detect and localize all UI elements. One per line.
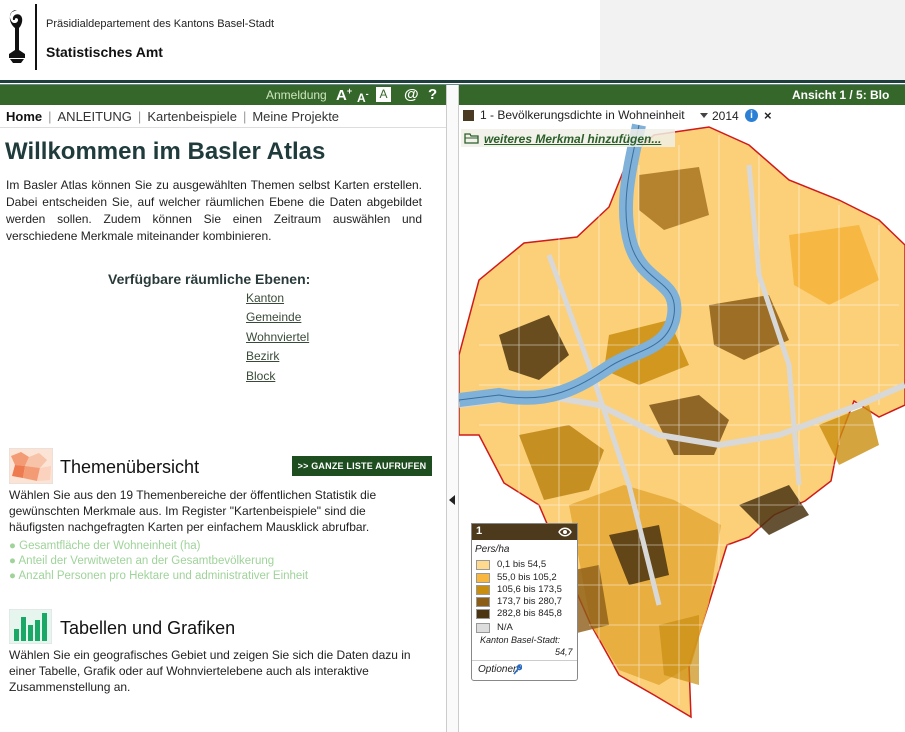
themen-title: Themenübersicht: [60, 457, 200, 477]
main-nav: Home | ANLEITUNG | Kartenbeispiele | Meine Pro…: [6, 109, 340, 124]
eye-icon[interactable]: [558, 527, 572, 537]
page-title: Willkommen im Basler Atlas: [5, 138, 326, 165]
nav-anleitung[interactable]: ANLEITUNG: [58, 109, 132, 124]
header-separator: [0, 80, 905, 83]
legend-class-label: N/A: [497, 622, 513, 633]
wrench-icon[interactable]: [512, 664, 522, 675]
theme-map-icon: [9, 448, 53, 484]
theme-example-link-3[interactable]: ● Anzahl Personen pro Hektare und admini…: [9, 570, 308, 582]
legend-class-label: 105,6 bis 173,5: [497, 584, 562, 595]
contrast-button[interactable]: A: [376, 87, 391, 102]
legend-total-value: 54,7: [555, 647, 573, 657]
legend-swatch: [476, 560, 490, 570]
legend-class-label: 0,1 bis 54,5: [497, 559, 547, 570]
basel-crosier-logo[interactable]: [4, 8, 30, 64]
legend-swatch: [476, 609, 490, 619]
intro-text: Im Basler Atlas können Sie zu ausgewählt…: [6, 178, 422, 243]
tables-text: Wählen Sie ein geografisches Gebiet und …: [9, 648, 411, 694]
level-link-wohnviertel[interactable]: Wohnviertel: [246, 330, 309, 344]
levels-title: Verfügbare räumliche Ebenen:: [108, 271, 311, 287]
info-icon[interactable]: i: [745, 109, 758, 122]
themen-text: Wählen Sie aus den 19 Themenbereiche der…: [9, 488, 377, 534]
legend-total-label: Kanton Basel-Stadt:: [480, 635, 561, 645]
bar-chart-icon: [9, 609, 52, 644]
legend-class-label: 282,8 bis 845,8: [497, 608, 562, 619]
view-indicator[interactable]: Ansicht 1 / 5: Blo: [792, 88, 889, 102]
level-link-gemeinde[interactable]: Gemeinde: [246, 310, 301, 324]
legend-swatch: [476, 573, 490, 583]
department-name: Präsidialdepartement des Kantons Basel-S…: [46, 18, 275, 30]
legend-swatch: [476, 623, 490, 633]
nav-underline: [0, 127, 446, 128]
level-link-block[interactable]: Block: [246, 369, 275, 383]
font-smaller-button[interactable]: A-: [357, 89, 369, 105]
close-icon[interactable]: ×: [764, 108, 772, 123]
page-header: [0, 0, 905, 80]
header-divider: [35, 4, 37, 70]
add-feature-link[interactable]: weiteres Merkmal hinzufügen...: [484, 132, 661, 146]
contact-button[interactable]: @: [404, 86, 419, 103]
year-selector[interactable]: 2014: [712, 109, 739, 123]
nav-kartenbeispiele[interactable]: Kartenbeispiele: [147, 109, 237, 124]
level-link-kanton[interactable]: Kanton: [246, 291, 284, 305]
feature-name[interactable]: 1 - Bevölkerungsdichte in Wohneinheit: [480, 108, 685, 122]
legend-swatch: [476, 597, 490, 607]
folder-icon[interactable]: [464, 132, 479, 144]
panel-splitter[interactable]: [446, 85, 459, 732]
office-name[interactable]: Statistisches Amt: [46, 44, 163, 60]
feature-color-swatch: [463, 110, 474, 121]
full-list-button[interactable]: >> GANZE LISTE AUFRUFEN: [292, 456, 432, 476]
level-link-bezirk[interactable]: Bezirk: [246, 349, 279, 363]
legend-options-divider: [472, 660, 577, 661]
legend-class-label: 55,0 bis 105,2: [497, 572, 557, 583]
nav-meine-projekte[interactable]: Meine Projekte: [252, 109, 339, 124]
tables-title: Tabellen und Grafiken: [60, 618, 236, 638]
legend-unit: Pers/ha: [475, 544, 510, 555]
nav-home[interactable]: Home: [6, 109, 42, 124]
login-link[interactable]: Anmeldung: [266, 88, 327, 102]
collapse-arrow-icon[interactable]: [449, 495, 455, 505]
legend-number: 1: [476, 525, 483, 537]
theme-example-link-2[interactable]: ● Anteil der Verwitweten an der Gesamtbe…: [9, 555, 274, 567]
font-larger-button[interactable]: A+: [336, 86, 352, 104]
legend-class-label: 173,7 bis 280,7: [497, 596, 562, 607]
help-button[interactable]: ?: [428, 86, 437, 103]
legend-swatch: [476, 585, 490, 595]
chevron-down-icon[interactable]: [700, 113, 708, 118]
theme-example-link-1[interactable]: ● Gesamtfläche der Wohneinheit (ha): [9, 540, 200, 552]
